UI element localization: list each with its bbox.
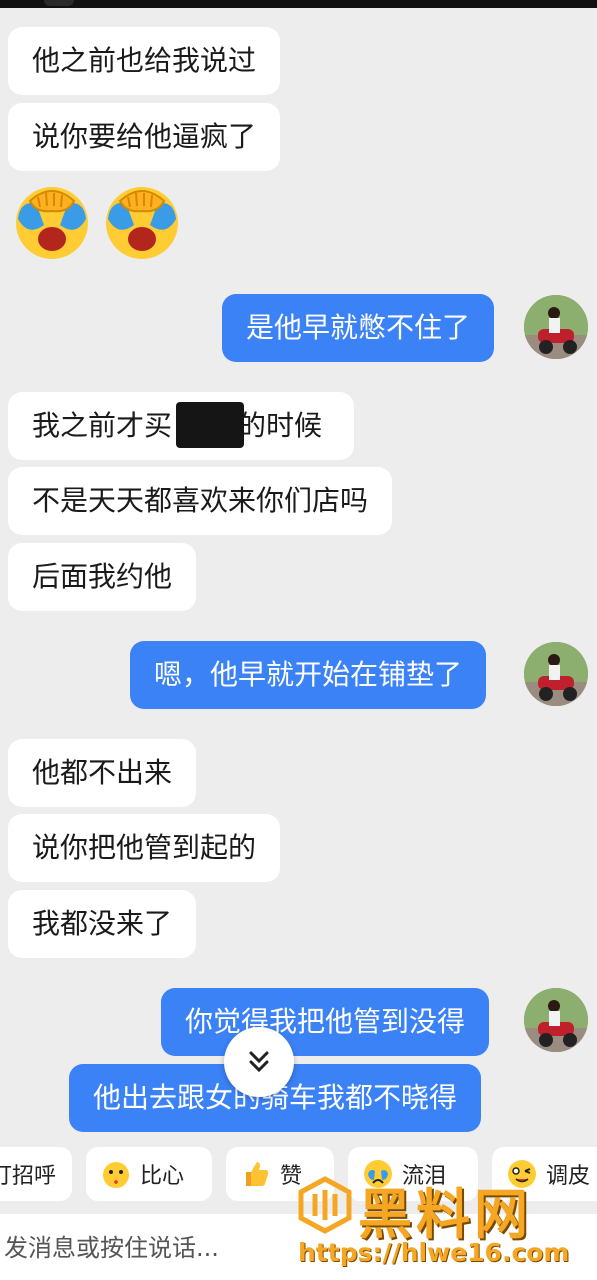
quick-reply-heart[interactable]: 比心	[86, 1147, 212, 1201]
message-text: 我都没来了	[32, 907, 173, 940]
message-bubble-received[interactable]: 他都不出来	[8, 739, 197, 807]
status-bar	[0, 0, 597, 8]
message-text: 后面我约他	[32, 560, 173, 593]
redaction-block	[176, 402, 244, 448]
message-bubble-sent[interactable]: 嗯，他早就开始在铺垫了	[130, 641, 487, 709]
message-text: 你觉得我把他管到没得	[185, 1005, 466, 1038]
message-text: 说你要给他逼疯了	[32, 120, 257, 153]
watermark: 黑料网 https://hlwe16.com	[296, 1170, 597, 1280]
watermark-url: https://hlwe16.com	[298, 1238, 570, 1267]
thumbs-up-icon	[246, 1162, 269, 1186]
message-bubble-received[interactable]: 说你要给他逼疯了	[8, 103, 281, 171]
quick-reply-greet[interactable]: 打招呼	[0, 1147, 72, 1201]
message-bubble-sent[interactable]: 你觉得我把他管到没得	[161, 988, 490, 1056]
message-bubble-received[interactable]: 后面我约他	[8, 543, 197, 611]
message-bubble-received[interactable]: 不是天天都喜欢来你们店吗	[8, 467, 393, 535]
heart-hands-icon	[103, 1162, 129, 1188]
message-text: 是他早就憋不住了	[246, 311, 471, 344]
avatar-photo	[524, 642, 588, 706]
message-bubble-received[interactable]: 他之前也给我说过	[8, 27, 281, 95]
watermark-logo-icon	[298, 1176, 352, 1234]
double-chevron-down-icon	[249, 1051, 269, 1073]
scroll-to-bottom-button[interactable]	[224, 1027, 294, 1097]
avatar[interactable]	[524, 642, 588, 706]
message-text: 嗯，他早就开始在铺垫了	[154, 658, 463, 691]
message-text: 他之前也给我说过	[32, 44, 257, 77]
facepalm-crying-icon[interactable]	[100, 179, 184, 263]
message-bubble-sent[interactable]: 是他早就憋不住了	[222, 294, 495, 362]
status-notch	[44, 0, 74, 6]
avatar-photo	[524, 988, 588, 1052]
avatar[interactable]	[524, 988, 588, 1052]
facepalm-crying-icon[interactable]	[10, 179, 94, 263]
message-bubble-received[interactable]: 说你把他管到起的	[8, 814, 281, 882]
message-text-continued: 的时候	[238, 409, 323, 442]
message-input[interactable]: 发消息或按住说话...	[4, 1228, 219, 1263]
message-text: 他都不出来	[32, 756, 173, 789]
message-bubble-received[interactable]: 我都没来了	[8, 890, 197, 958]
quick-reply-label: 打招呼	[0, 1164, 57, 1189]
message-text: 说你把他管到起的	[32, 831, 257, 864]
avatar[interactable]	[524, 295, 588, 359]
quick-reply-label: 比心	[140, 1164, 185, 1189]
avatar-photo	[524, 295, 588, 359]
message-text: 我之前才买	[32, 409, 173, 442]
message-text: 不是天天都喜欢来你们店吗	[32, 484, 369, 517]
